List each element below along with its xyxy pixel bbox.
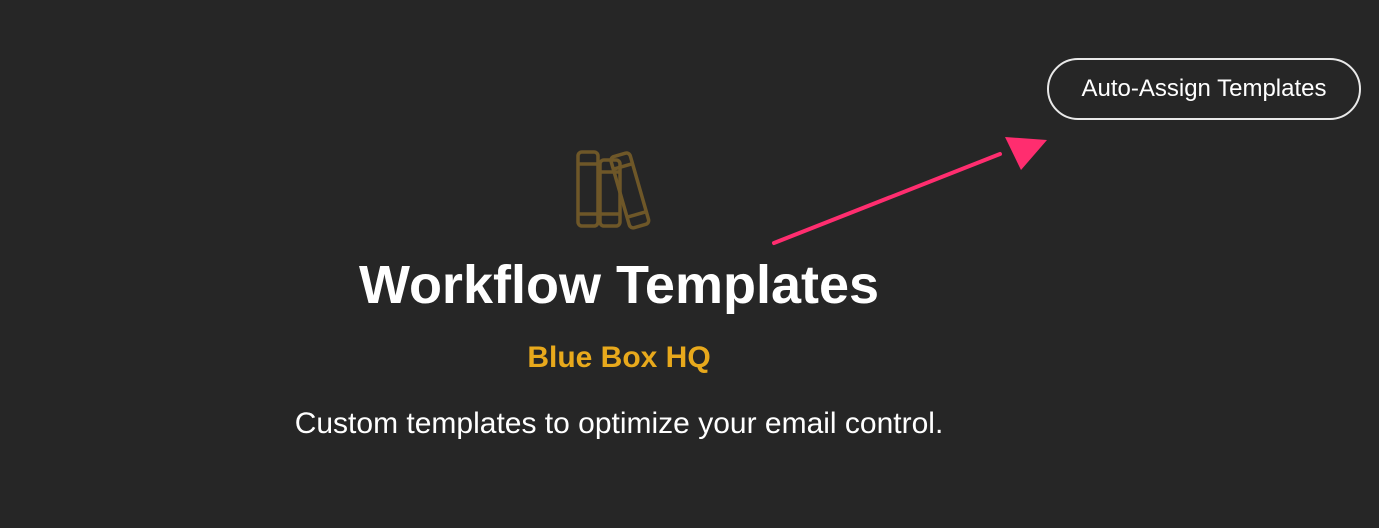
books-icon bbox=[576, 150, 651, 230]
auto-assign-templates-button[interactable]: Auto-Assign Templates bbox=[1047, 58, 1361, 120]
page-description: Custom templates to optimize your email … bbox=[294, 407, 944, 440]
organization-name: Blue Box HQ bbox=[527, 341, 711, 374]
page-title: Workflow Templates bbox=[358, 255, 880, 315]
